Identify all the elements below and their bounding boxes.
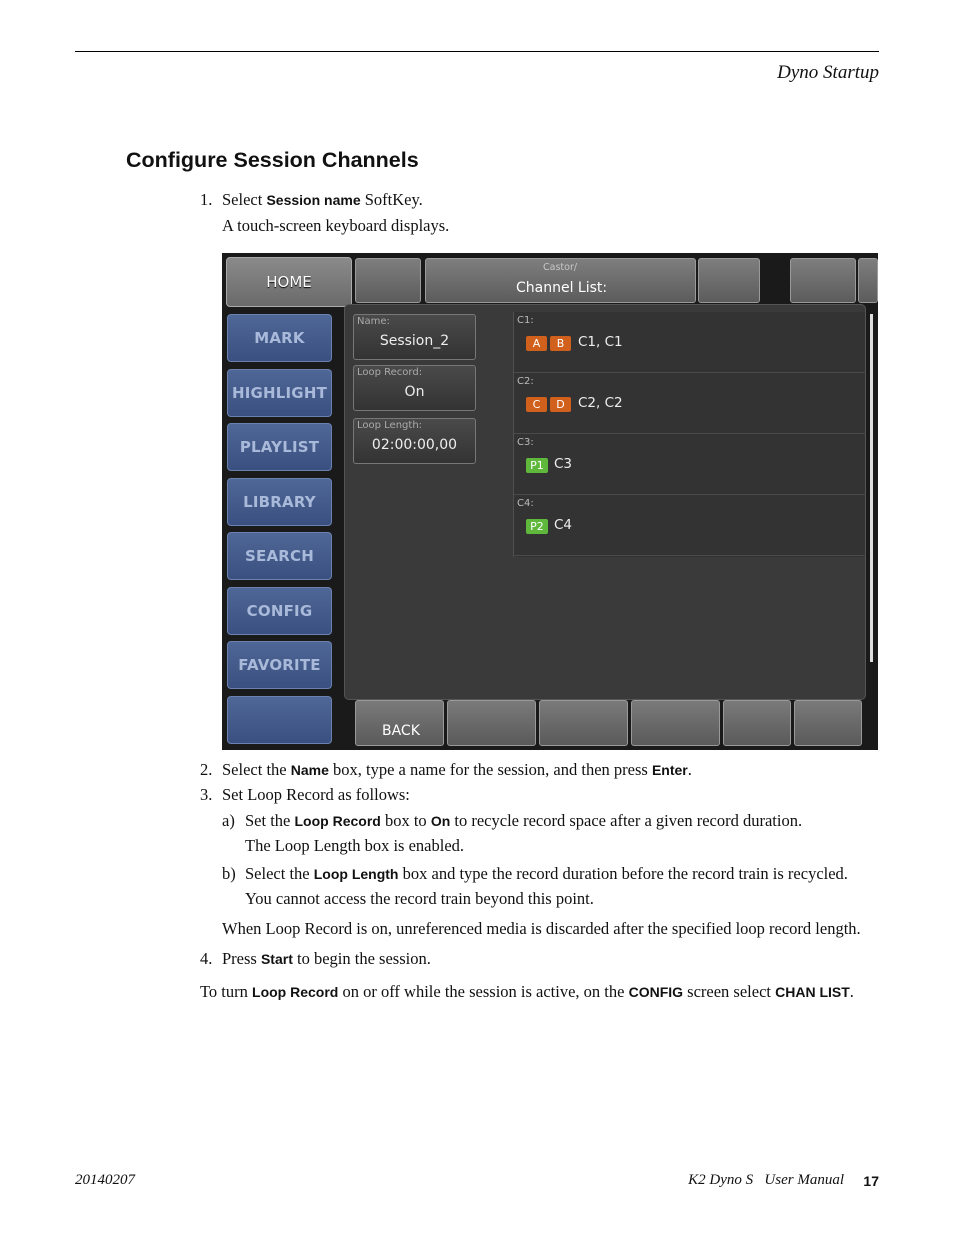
side-button-search[interactable]: SEARCH xyxy=(227,532,332,580)
substep-a-result: The Loop Length box is enabled. xyxy=(245,836,465,855)
closing-note: To turn Loop Record on or off while the … xyxy=(200,982,854,1001)
side-button-mark[interactable]: MARK xyxy=(227,314,332,362)
top-softkey-2[interactable] xyxy=(698,258,760,303)
bottom-softkey-6[interactable] xyxy=(794,700,862,746)
channel-label: C4: xyxy=(517,498,534,509)
back-button[interactable]: BACK xyxy=(355,700,444,746)
step-1-text: Select Session name SoftKey. xyxy=(222,190,423,209)
step-1-result: A touch-screen keyboard displays. xyxy=(222,216,450,235)
loop-record-note: When Loop Record is on, unreferenced med… xyxy=(222,919,861,938)
name-field-value: Session_2 xyxy=(379,333,450,349)
step-2-text: Select the Name box, type a name for the… xyxy=(222,760,692,779)
substep-b-number: b) xyxy=(222,864,236,883)
loop-record-label: Loop Record: xyxy=(357,367,423,378)
channel-badge: B xyxy=(550,336,571,351)
step-4-number: 4. xyxy=(200,949,213,968)
channel-row[interactable]: C2: C D C2, C2 xyxy=(514,373,866,434)
path-title: Channel List: xyxy=(516,280,608,296)
header-rule xyxy=(75,51,879,52)
footer-date: 20140207 xyxy=(75,1172,135,1188)
path-bar: Castor/ Channel List: xyxy=(425,258,696,303)
side-button-favorite[interactable]: FAVORITE xyxy=(227,641,332,689)
channel-row[interactable]: C1: A B C1, C1 xyxy=(514,312,866,373)
channel-name: C4 xyxy=(554,517,573,533)
channel-list: C1: A B C1, C1 C2: C D C2, C2 C3: P1 C3 … xyxy=(513,312,866,557)
side-button-config[interactable]: CONFIG xyxy=(227,587,332,635)
channel-row[interactable]: C4: P2 C4 xyxy=(514,495,866,556)
side-button-library[interactable]: LIBRARY xyxy=(227,478,332,526)
running-header: Dyno Startup xyxy=(777,62,879,83)
step-1-number: 1. xyxy=(200,190,213,209)
loop-length-value: 02:00:00,00 xyxy=(371,437,458,453)
loop-length-field[interactable]: Loop Length: 02:00:00,00 xyxy=(353,418,476,464)
side-button-highlight[interactable]: HIGHLIGHT xyxy=(227,369,332,417)
channel-row[interactable]: C3: P1 C3 xyxy=(514,434,866,495)
bottom-softkey-5[interactable] xyxy=(723,700,791,746)
substep-b-text: Select the Loop Length box and type the … xyxy=(245,864,848,883)
substep-b-result: You cannot access the record train beyon… xyxy=(245,889,594,908)
channel-list-scrollbar[interactable] xyxy=(870,314,873,662)
bottom-softkey-4[interactable] xyxy=(631,700,720,746)
step-4-text: Press Start to begin the session. xyxy=(222,949,431,968)
channel-name: C2, C2 xyxy=(578,395,623,411)
substep-a-number: a) xyxy=(222,811,235,830)
dyno-screen-screenshot: HOME Castor/ Channel List: MARK HIGHLIGH… xyxy=(222,253,878,750)
page-number: 17 xyxy=(863,1173,879,1189)
channel-badge: A xyxy=(526,336,547,351)
name-field-label: Name: xyxy=(357,316,390,327)
loop-length-label: Loop Length: xyxy=(357,420,423,431)
channel-name: C1, C1 xyxy=(578,334,623,350)
top-softkey-3[interactable] xyxy=(790,258,856,303)
top-softkey-1[interactable] xyxy=(355,258,421,303)
top-softkey-4[interactable] xyxy=(858,258,878,303)
back-button-label: BACK xyxy=(382,723,420,739)
name-field[interactable]: Name: Session_2 xyxy=(353,314,476,360)
channel-badge: C xyxy=(526,397,547,412)
side-button-playlist[interactable]: PLAYLIST xyxy=(227,423,332,471)
channel-label: C2: xyxy=(517,376,534,387)
channel-label: C1: xyxy=(517,315,534,326)
bottom-softkey-2[interactable] xyxy=(447,700,536,746)
loop-record-value: On xyxy=(404,384,425,400)
loop-record-field[interactable]: Loop Record: On xyxy=(353,365,476,411)
bottom-softkey-3[interactable] xyxy=(539,700,628,746)
step-2-number: 2. xyxy=(200,760,213,779)
channel-badge: P1 xyxy=(526,458,548,473)
substep-a-text: Set the Loop Record box to On to recycle… xyxy=(245,811,803,830)
step-3-number: 3. xyxy=(200,785,213,804)
channel-badge: P2 xyxy=(526,519,548,534)
channel-badge: D xyxy=(550,397,571,412)
step-3-text: Set Loop Record as follows: xyxy=(222,785,410,804)
path-breadcrumb: Castor/ xyxy=(543,262,578,273)
footer-manual-title: K2 Dyno S User Manual xyxy=(688,1172,844,1188)
side-button-blank[interactable] xyxy=(227,696,332,744)
channel-label: C3: xyxy=(517,437,534,448)
section-heading: Configure Session Channels xyxy=(126,148,419,172)
home-button[interactable]: HOME xyxy=(226,257,352,307)
channel-name: C3 xyxy=(554,456,573,472)
